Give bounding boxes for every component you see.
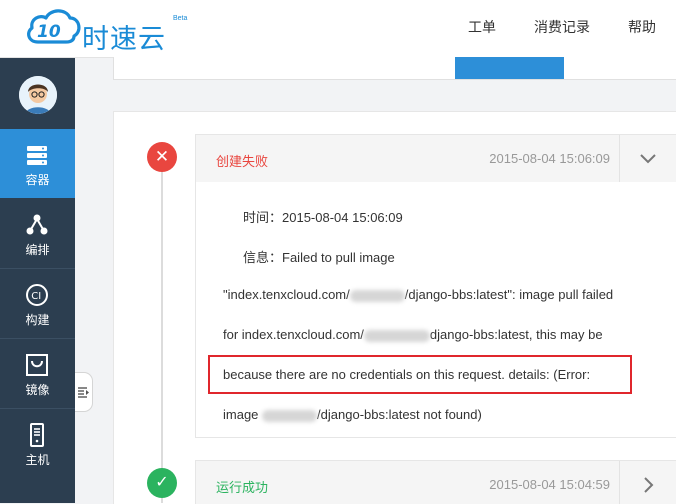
svg-text:CI: CI <box>31 291 41 302</box>
detail-text: django-bbs:latest, this may be <box>429 327 603 342</box>
sidebar-item-orchestration[interactable]: 编排 <box>0 199 75 268</box>
chevron-right-icon <box>644 477 654 493</box>
sidebar-item-build[interactable]: CI 构建 <box>0 269 75 338</box>
top-bar: 10 时速云 Beta 工单 消费记录 帮助 <box>0 0 676 58</box>
expand-toggle[interactable] <box>619 135 676 182</box>
host-server-icon <box>30 423 44 447</box>
image-bag-icon <box>26 354 48 376</box>
active-tab-indicator[interactable] <box>455 57 564 79</box>
detail-time: 时间：2015-08-04 15:06:09 <box>243 207 403 226</box>
sidebar: 容器 编排 CI 构建 镜像 主机 <box>0 58 75 503</box>
detail-text: /django-bbs:latest not found) <box>317 407 482 422</box>
sidebar-item-label: 主机 <box>25 453 50 467</box>
container-icon <box>27 146 47 165</box>
user-avatar-icon <box>19 76 57 114</box>
redacted-text <box>262 409 318 422</box>
fail-status-icon: ✕ <box>147 142 177 172</box>
timeline-line <box>161 158 163 503</box>
cloud-logo-icon: 10 <box>27 9 81 44</box>
sidebar-item-hosts[interactable]: 主机 <box>0 409 75 478</box>
sidebar-collapse-handle[interactable] <box>75 372 93 412</box>
event-header-run-success[interactable]: 运行成功 2015-08-04 15:04:59 <box>195 460 676 504</box>
detail-info: 信息：Failed to pull image <box>243 247 395 266</box>
sidebar-item-label: 镜像 <box>25 383 50 397</box>
sidebar-item-label: 容器 <box>25 173 50 187</box>
avatar[interactable] <box>19 76 57 114</box>
svg-text:10: 10 <box>37 22 61 42</box>
error-highlight-box <box>208 355 632 394</box>
detail-text: for index.tenxcloud.com/ <box>223 327 364 342</box>
beta-badge: Beta <box>173 15 188 22</box>
sidebar-item-label: 构建 <box>25 313 50 327</box>
success-status-icon: ✓ <box>147 468 177 498</box>
event-time: 2015-08-04 15:04:59 <box>489 477 610 492</box>
ci-build-icon: CI <box>26 284 48 306</box>
redacted-text <box>349 289 405 302</box>
detail-text: image <box>223 407 259 422</box>
sidebar-item-label: 编排 <box>25 243 50 257</box>
detail-line-4: for index.tenxcloud.com/django-bbs:lates… <box>223 327 603 342</box>
event-title: 创建失败 <box>216 154 269 169</box>
detail-text: /django-bbs:latest": image pull failed <box>404 287 614 302</box>
detail-line-3: "index.tenxcloud.com/ /django-bbs:latest"… <box>223 287 613 302</box>
detail-line-6: image /django-bbs:latest not found) <box>223 407 482 422</box>
detail-time-label: 时间： <box>243 210 283 225</box>
nav-tickets[interactable]: 工单 <box>468 17 496 37</box>
expand-toggle[interactable] <box>619 461 676 504</box>
brand-name: 时速云 <box>82 24 166 55</box>
detail-text: "index.tenxcloud.com/ <box>223 287 350 302</box>
sidebar-item-images[interactable]: 镜像 <box>0 339 75 408</box>
redacted-text <box>363 329 430 342</box>
nav-help[interactable]: 帮助 <box>628 17 656 37</box>
event-title: 运行成功 <box>216 480 269 495</box>
sidebar-item-containers[interactable]: 容器 <box>0 129 75 198</box>
orchestration-icon <box>26 214 48 235</box>
event-header-create-failed[interactable]: 创建失败 2015-08-04 15:06:09 <box>195 134 676 183</box>
chevron-down-icon <box>640 154 656 164</box>
detail-info-value: Failed to pull image <box>282 250 395 265</box>
user-avatar-area <box>0 58 75 128</box>
detail-time-value: 2015-08-04 15:06:09 <box>282 210 403 225</box>
collapse-menu-icon <box>78 387 89 398</box>
event-time: 2015-08-04 15:06:09 <box>489 151 610 166</box>
nav-billing-records[interactable]: 消费记录 <box>534 17 590 37</box>
top-card <box>113 57 676 80</box>
brand-logo[interactable]: 10 时速云 Beta <box>24 6 194 55</box>
detail-info-label: 信息： <box>243 250 283 265</box>
